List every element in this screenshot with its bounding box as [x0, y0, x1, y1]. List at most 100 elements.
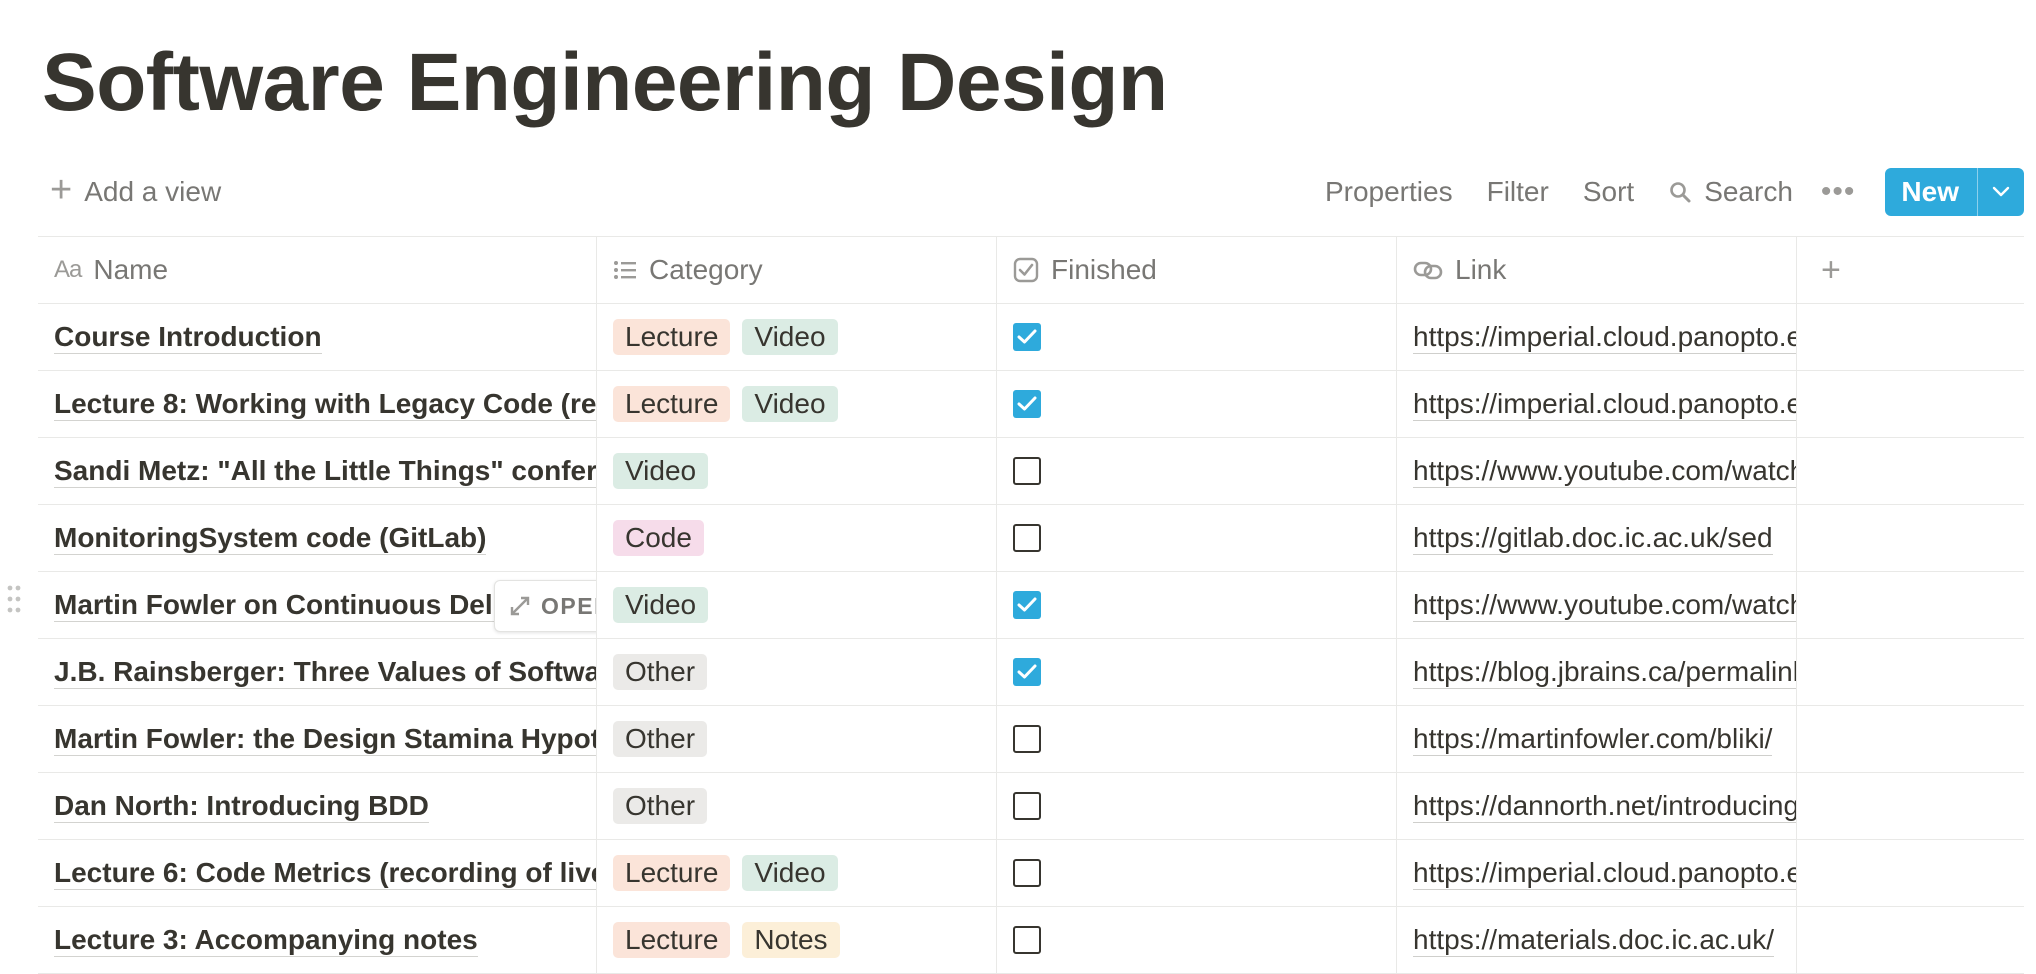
finished-checkbox-unchecked[interactable]: [1013, 792, 1041, 820]
row-name[interactable]: Lecture 8: Working with Legacy Code (rec…: [54, 388, 596, 421]
finished-checkbox-unchecked[interactable]: [1013, 926, 1041, 954]
row-link[interactable]: https://www.youtube.com/watch: [1413, 589, 1796, 622]
category-cell[interactable]: Lecture Video: [597, 840, 997, 906]
name-cell[interactable]: Lecture 6: Code Metrics (recording of li…: [38, 840, 597, 906]
table-row[interactable]: Martin Fowler: the Design Stamina Hypoth…: [38, 706, 2024, 773]
row-link[interactable]: https://martinfowler.com/bliki/: [1413, 723, 1773, 756]
category-cell[interactable]: Other: [597, 773, 997, 839]
finished-cell: [997, 907, 1397, 973]
table-row[interactable]: Course Introduction Lecture Video https://i…: [38, 304, 2024, 371]
table-row[interactable]: MonitoringSystem code (GitLab) Code https:…: [38, 505, 2024, 572]
row-link[interactable]: https://blog.jbrains.ca/permalink: [1413, 656, 1796, 689]
add-property-button[interactable]: +: [1797, 237, 2024, 303]
link-cell[interactable]: https://imperial.cloud.panopto.eu: [1397, 371, 1797, 437]
link-cell[interactable]: https://dannorth.net/introducing-bdd: [1397, 773, 1797, 839]
row-link[interactable]: https://imperial.cloud.panopto.eu: [1413, 857, 1796, 890]
sort-button[interactable]: Sort: [1583, 176, 1634, 208]
category-cell[interactable]: Video: [597, 438, 997, 504]
table-row[interactable]: Lecture 3: Accompanying notes Lecture Note…: [38, 907, 2024, 974]
finished-cell: [997, 505, 1397, 571]
column-header-category[interactable]: Category: [597, 237, 997, 303]
link-cell[interactable]: https://materials.doc.ic.ac.uk/: [1397, 907, 1797, 973]
row-name[interactable]: Sandi Metz: "All the Little Things" conf…: [54, 455, 596, 488]
finished-checkbox-unchecked[interactable]: [1013, 859, 1041, 887]
finished-checkbox-checked[interactable]: [1013, 591, 1041, 619]
link-cell[interactable]: https://martinfowler.com/bliki/: [1397, 706, 1797, 772]
more-options-button[interactable]: •••: [1821, 175, 1856, 209]
row-name[interactable]: MonitoringSystem code (GitLab): [54, 522, 487, 555]
row-name[interactable]: Martin Fowler on Continuous Delivery: [54, 589, 559, 622]
finished-checkbox-checked[interactable]: [1013, 323, 1041, 351]
table-row[interactable]: Dan North: Introducing BDD Other https://d…: [38, 773, 2024, 840]
name-cell[interactable]: Sandi Metz: "All the Little Things" conf…: [38, 438, 597, 504]
category-tag: Notes: [742, 922, 840, 958]
link-cell[interactable]: https://imperial.cloud.panopto.eu: [1397, 304, 1797, 370]
finished-checkbox-unchecked[interactable]: [1013, 725, 1041, 753]
row-name[interactable]: Dan North: Introducing BDD: [54, 790, 429, 823]
column-header-finished[interactable]: Finished: [997, 237, 1397, 303]
row-name[interactable]: Lecture 3: Accompanying notes: [54, 924, 478, 957]
table-row[interactable]: J.B. Rainsberger: Three Values of Softwa…: [38, 639, 2024, 706]
search-button[interactable]: Search: [1668, 176, 1793, 208]
category-cell[interactable]: Other: [597, 639, 997, 705]
row-link[interactable]: https://imperial.cloud.panopto.eu: [1413, 321, 1796, 354]
link-cell[interactable]: https://www.youtube.com/watch: [1397, 438, 1797, 504]
row-name[interactable]: J.B. Rainsberger: Three Values of Softwa…: [54, 656, 596, 689]
category-tag: Lecture: [613, 386, 731, 422]
category-cell[interactable]: Lecture Video: [597, 371, 997, 437]
row-link[interactable]: https://imperial.cloud.panopto.eu: [1413, 388, 1796, 421]
name-cell[interactable]: Martin Fowler: the Design Stamina Hypoth…: [38, 706, 597, 772]
row-link[interactable]: https://materials.doc.ic.ac.uk/: [1413, 924, 1775, 957]
column-header-label: Link: [1455, 254, 1507, 285]
table-row[interactable]: Sandi Metz: "All the Little Things" conf…: [38, 438, 2024, 505]
column-header-label: Category: [649, 254, 763, 285]
category-cell[interactable]: Other: [597, 706, 997, 772]
finished-checkbox-unchecked[interactable]: [1013, 457, 1041, 485]
category-cell[interactable]: Lecture Notes: [597, 907, 997, 973]
filter-button[interactable]: Filter: [1487, 176, 1549, 208]
row-name[interactable]: Lecture 6: Code Metrics (recording of li…: [54, 857, 596, 890]
drag-handle-icon[interactable]: [6, 584, 22, 619]
finished-checkbox-checked[interactable]: [1013, 658, 1041, 686]
name-cell[interactable]: Course Introduction: [38, 304, 597, 370]
name-cell[interactable]: Lecture 3: Accompanying notes: [38, 907, 597, 973]
finished-checkbox-checked[interactable]: [1013, 390, 1041, 418]
new-button[interactable]: New: [1885, 168, 1977, 216]
column-header-link[interactable]: Link: [1397, 237, 1797, 303]
chevron-down-icon: [1992, 186, 2010, 197]
row-name[interactable]: Martin Fowler: the Design Stamina Hypoth…: [54, 723, 596, 756]
column-header-name[interactable]: Aa Name: [38, 237, 597, 303]
category-tag: Lecture: [613, 855, 731, 891]
category-cell[interactable]: Video: [597, 572, 997, 638]
link-cell[interactable]: https://imperial.cloud.panopto.eu: [1397, 840, 1797, 906]
finished-checkbox-unchecked[interactable]: [1013, 524, 1041, 552]
link-cell[interactable]: https://www.youtube.com/watch: [1397, 572, 1797, 638]
row-link[interactable]: https://www.youtube.com/watch: [1413, 455, 1796, 488]
table-header: Aa Name Category Finished Link +: [38, 237, 2024, 304]
properties-button[interactable]: Properties: [1325, 176, 1453, 208]
category-tag: Other: [613, 788, 708, 824]
name-cell[interactable]: J.B. Rainsberger: Three Values of Softwa…: [38, 639, 597, 705]
category-tag: Other: [613, 654, 708, 690]
category-cell[interactable]: Code: [597, 505, 997, 571]
link-property-icon: [1413, 261, 1443, 280]
category-cell[interactable]: Lecture Video: [597, 304, 997, 370]
table-row[interactable]: Martin Fowler on Continuous DeliveryOPEN…: [38, 572, 2024, 639]
view-toolbar: + Add a view Properties Filter Sort Sear…: [38, 168, 2024, 238]
link-cell[interactable]: https://gitlab.doc.ic.ac.uk/sed: [1397, 505, 1797, 571]
new-dropdown-button[interactable]: [1977, 168, 2024, 216]
name-cell[interactable]: Dan North: Introducing BDD: [38, 773, 597, 839]
row-link[interactable]: https://dannorth.net/introducing-bdd: [1413, 790, 1796, 823]
category-tag: Video: [613, 587, 709, 623]
row-name[interactable]: Course Introduction: [54, 321, 322, 354]
name-cell[interactable]: MonitoringSystem code (GitLab): [38, 505, 597, 571]
row-link[interactable]: https://gitlab.doc.ic.ac.uk/sed: [1413, 522, 1773, 555]
category-tag: Code: [613, 520, 704, 556]
table-row[interactable]: Lecture 8: Working with Legacy Code (rec…: [38, 371, 2024, 438]
name-cell[interactable]: Martin Fowler on Continuous DeliveryOPEN: [38, 572, 597, 638]
add-view-button[interactable]: + Add a view: [50, 168, 221, 216]
link-cell[interactable]: https://blog.jbrains.ca/permalink: [1397, 639, 1797, 705]
table-row[interactable]: Lecture 6: Code Metrics (recording of li…: [38, 840, 2024, 907]
open-row-button[interactable]: OPEN: [494, 580, 596, 632]
name-cell[interactable]: Lecture 8: Working with Legacy Code (rec…: [38, 371, 597, 437]
